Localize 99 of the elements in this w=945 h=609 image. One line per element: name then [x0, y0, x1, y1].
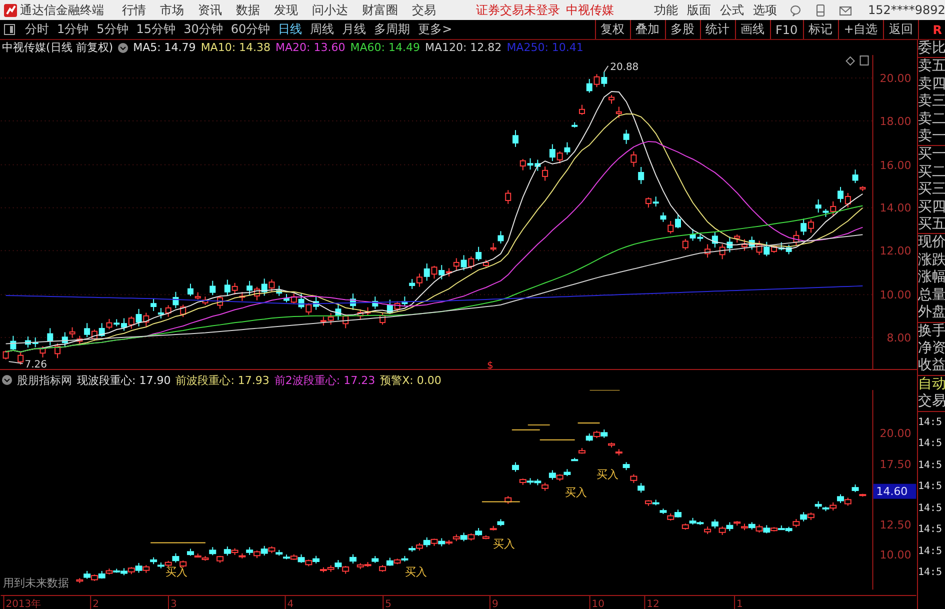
- moving-average-value: MA10: 14.38: [200, 41, 271, 54]
- menu-item[interactable]: 资讯: [198, 2, 222, 18]
- quote-field-label: 卖一: [918, 128, 945, 146]
- indicator-axis-label: 17.50: [880, 458, 912, 472]
- date-axis-label: 5: [385, 599, 392, 609]
- moving-average-value: MA60: 14.49: [350, 41, 420, 54]
- menu-item[interactable]: 市场: [160, 2, 184, 18]
- quote-field-label: 卖三: [918, 93, 945, 111]
- chart-title: 中视传媒(日线 前复权): [2, 40, 114, 55]
- trade-tab[interactable]: 自动: [918, 376, 945, 394]
- trade-time: 14:5: [918, 502, 944, 516]
- menu-item[interactable]: 问小达: [312, 2, 348, 18]
- toolbar-button[interactable]: F10: [770, 20, 803, 39]
- price-axis-label: 12.00: [880, 244, 912, 258]
- menu-item[interactable]: 功能: [654, 2, 678, 18]
- indicator-value: 预警X: 0.00: [380, 372, 442, 388]
- trade-time: 14:5: [918, 480, 944, 494]
- trade-time: 14:5: [918, 566, 944, 580]
- period-tab[interactable]: 分时: [21, 21, 53, 38]
- quote-field-label: 涨幅: [918, 269, 945, 287]
- date-axis-label: 4: [287, 599, 294, 609]
- period-tab[interactable]: 15分钟: [132, 21, 180, 38]
- price-annotation: 20.88: [610, 62, 639, 73]
- toolbar-button[interactable]: 叠加: [630, 20, 665, 39]
- quote-field-label: 卖四: [918, 76, 945, 94]
- menu-item[interactable]: 发现: [274, 2, 298, 18]
- date-axis-label: 2: [92, 599, 99, 609]
- buy-signal-label: 买入: [564, 486, 587, 500]
- buy-signal-label: 买入: [166, 566, 188, 580]
- moving-average-value: MA250: 10.41: [506, 41, 584, 54]
- quote-field-label: 买二: [918, 164, 945, 182]
- toolbar-button[interactable]: 复权: [594, 20, 630, 39]
- trade-tab[interactable]: 交易: [918, 393, 945, 411]
- indicator-value: 现波段重心: 17.90: [77, 372, 171, 388]
- price-axis-label: 16.00: [880, 158, 912, 172]
- price-axis-label: 8.00: [886, 331, 912, 344]
- menu-item[interactable]: 数据: [236, 2, 260, 18]
- quote-field-label: 买四: [918, 198, 945, 216]
- quote-field-label: 买一: [918, 146, 945, 164]
- toolbar-button[interactable]: 标记: [802, 20, 838, 39]
- trade-time: 14:5: [918, 523, 944, 538]
- moving-average-value: MA5: 14.79: [133, 41, 196, 54]
- account-number[interactable]: 152****9892: [868, 3, 945, 17]
- trade-time: 14:5: [918, 458, 944, 473]
- price-axis-label: 20.00: [880, 72, 912, 85]
- app-title: 通达信金融终端: [20, 2, 104, 18]
- trade-time: 14:5: [918, 437, 944, 452]
- menu-item[interactable]: 版面: [687, 2, 711, 18]
- menu-item[interactable]: 财富圈: [362, 2, 398, 18]
- stock-name-link[interactable]: 中视传媒: [566, 2, 614, 18]
- period-tab[interactable]: 1分钟: [53, 21, 93, 38]
- period-tab[interactable]: 60分钟: [226, 21, 274, 38]
- menu-item[interactable]: 交易: [412, 2, 436, 18]
- date-axis-label: 12: [646, 599, 660, 609]
- period-tab[interactable]: 月线: [338, 21, 370, 38]
- period-tab[interactable]: 日线: [274, 21, 306, 38]
- quote-field-label: 买三: [918, 181, 945, 199]
- indicator-axis-label: 12.50: [880, 519, 912, 532]
- panel-button[interactable]: R: [918, 20, 945, 39]
- indicator-name: 股朋指标网: [17, 372, 72, 388]
- period-tab[interactable]: 更多>: [414, 21, 456, 38]
- date-axis-label: 2013年: [6, 599, 42, 609]
- toolbar-button[interactable]: 统计: [700, 20, 735, 39]
- toolbar-button[interactable]: 多股: [664, 20, 700, 39]
- buy-signal-label: 买入: [492, 538, 515, 552]
- toolbar-button[interactable]: 画线: [734, 20, 770, 39]
- quote-field-label: 卖二: [918, 110, 945, 128]
- moving-average-value: MA120: 12.82: [424, 41, 502, 54]
- current-value-badge: 14.60: [873, 484, 916, 500]
- period-tab[interactable]: 周线: [306, 21, 338, 38]
- period-tab[interactable]: 5分钟: [92, 21, 132, 38]
- toolbar-button[interactable]: 返回: [882, 20, 918, 39]
- toolbar-button[interactable]: +自选: [838, 20, 883, 39]
- menu-item[interactable]: 公式: [720, 2, 744, 18]
- trade-time: 14:5: [918, 416, 944, 430]
- period-tab[interactable]: 30分钟: [180, 21, 227, 38]
- indicator-axis-label: 20.00: [880, 427, 912, 440]
- login-status-link[interactable]: 证券交易未登录: [476, 2, 560, 18]
- warning-text: 用到未来数据: [2, 577, 69, 590]
- menu-item[interactable]: 选项: [753, 2, 777, 18]
- quote-field-label: 委比: [918, 40, 945, 58]
- price-axis-label: 18.00: [880, 114, 912, 128]
- moving-average-value: MA20: 13.60: [276, 41, 346, 54]
- date-axis-label: 1: [736, 599, 743, 609]
- quote-field-label: 净资: [918, 340, 945, 358]
- date-axis-label: 3: [170, 599, 177, 609]
- date-axis-label: 10: [592, 599, 604, 609]
- price-annotation: 7.26: [24, 359, 47, 370]
- indicator-value: 前2波段重心: 17.23: [274, 372, 376, 388]
- indicator-value: 前波段重心: 17.93: [176, 372, 270, 388]
- buy-signal-label: 买入: [405, 566, 428, 580]
- indicator-axis-label: 10.00: [880, 549, 912, 562]
- period-tab[interactable]: 多周期: [370, 21, 414, 38]
- buy-signal-label: 买入: [596, 468, 619, 482]
- menu-item[interactable]: 行情: [122, 2, 146, 18]
- price-axis-label: 10.00: [880, 288, 912, 302]
- price-axis-label: 14.00: [880, 202, 912, 215]
- date-axis-label: 9: [492, 599, 498, 609]
- trade-time: 14:5: [918, 544, 944, 559]
